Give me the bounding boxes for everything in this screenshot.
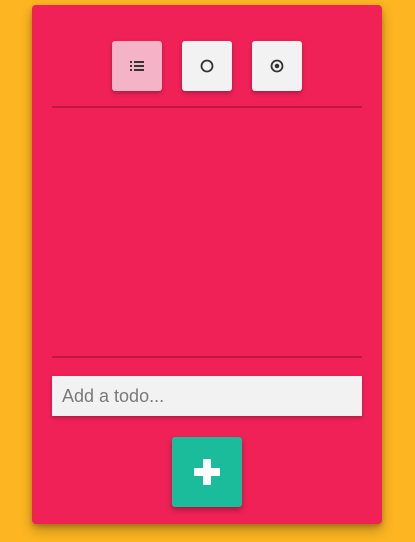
filter-active-button[interactable] bbox=[182, 41, 232, 91]
todo-list bbox=[52, 109, 362, 355]
add-todo-button[interactable] bbox=[172, 437, 242, 507]
bottom-divider bbox=[52, 356, 362, 358]
list-icon bbox=[129, 59, 145, 73]
filter-completed-button[interactable] bbox=[252, 41, 302, 91]
radio-checked-icon bbox=[269, 58, 285, 74]
todo-input[interactable] bbox=[52, 376, 362, 416]
filter-all-button[interactable] bbox=[112, 41, 162, 91]
filter-bar bbox=[32, 41, 382, 91]
top-divider bbox=[52, 106, 362, 108]
plus-icon bbox=[192, 457, 222, 487]
circle-outline-icon bbox=[199, 58, 215, 74]
todo-card bbox=[32, 5, 382, 524]
